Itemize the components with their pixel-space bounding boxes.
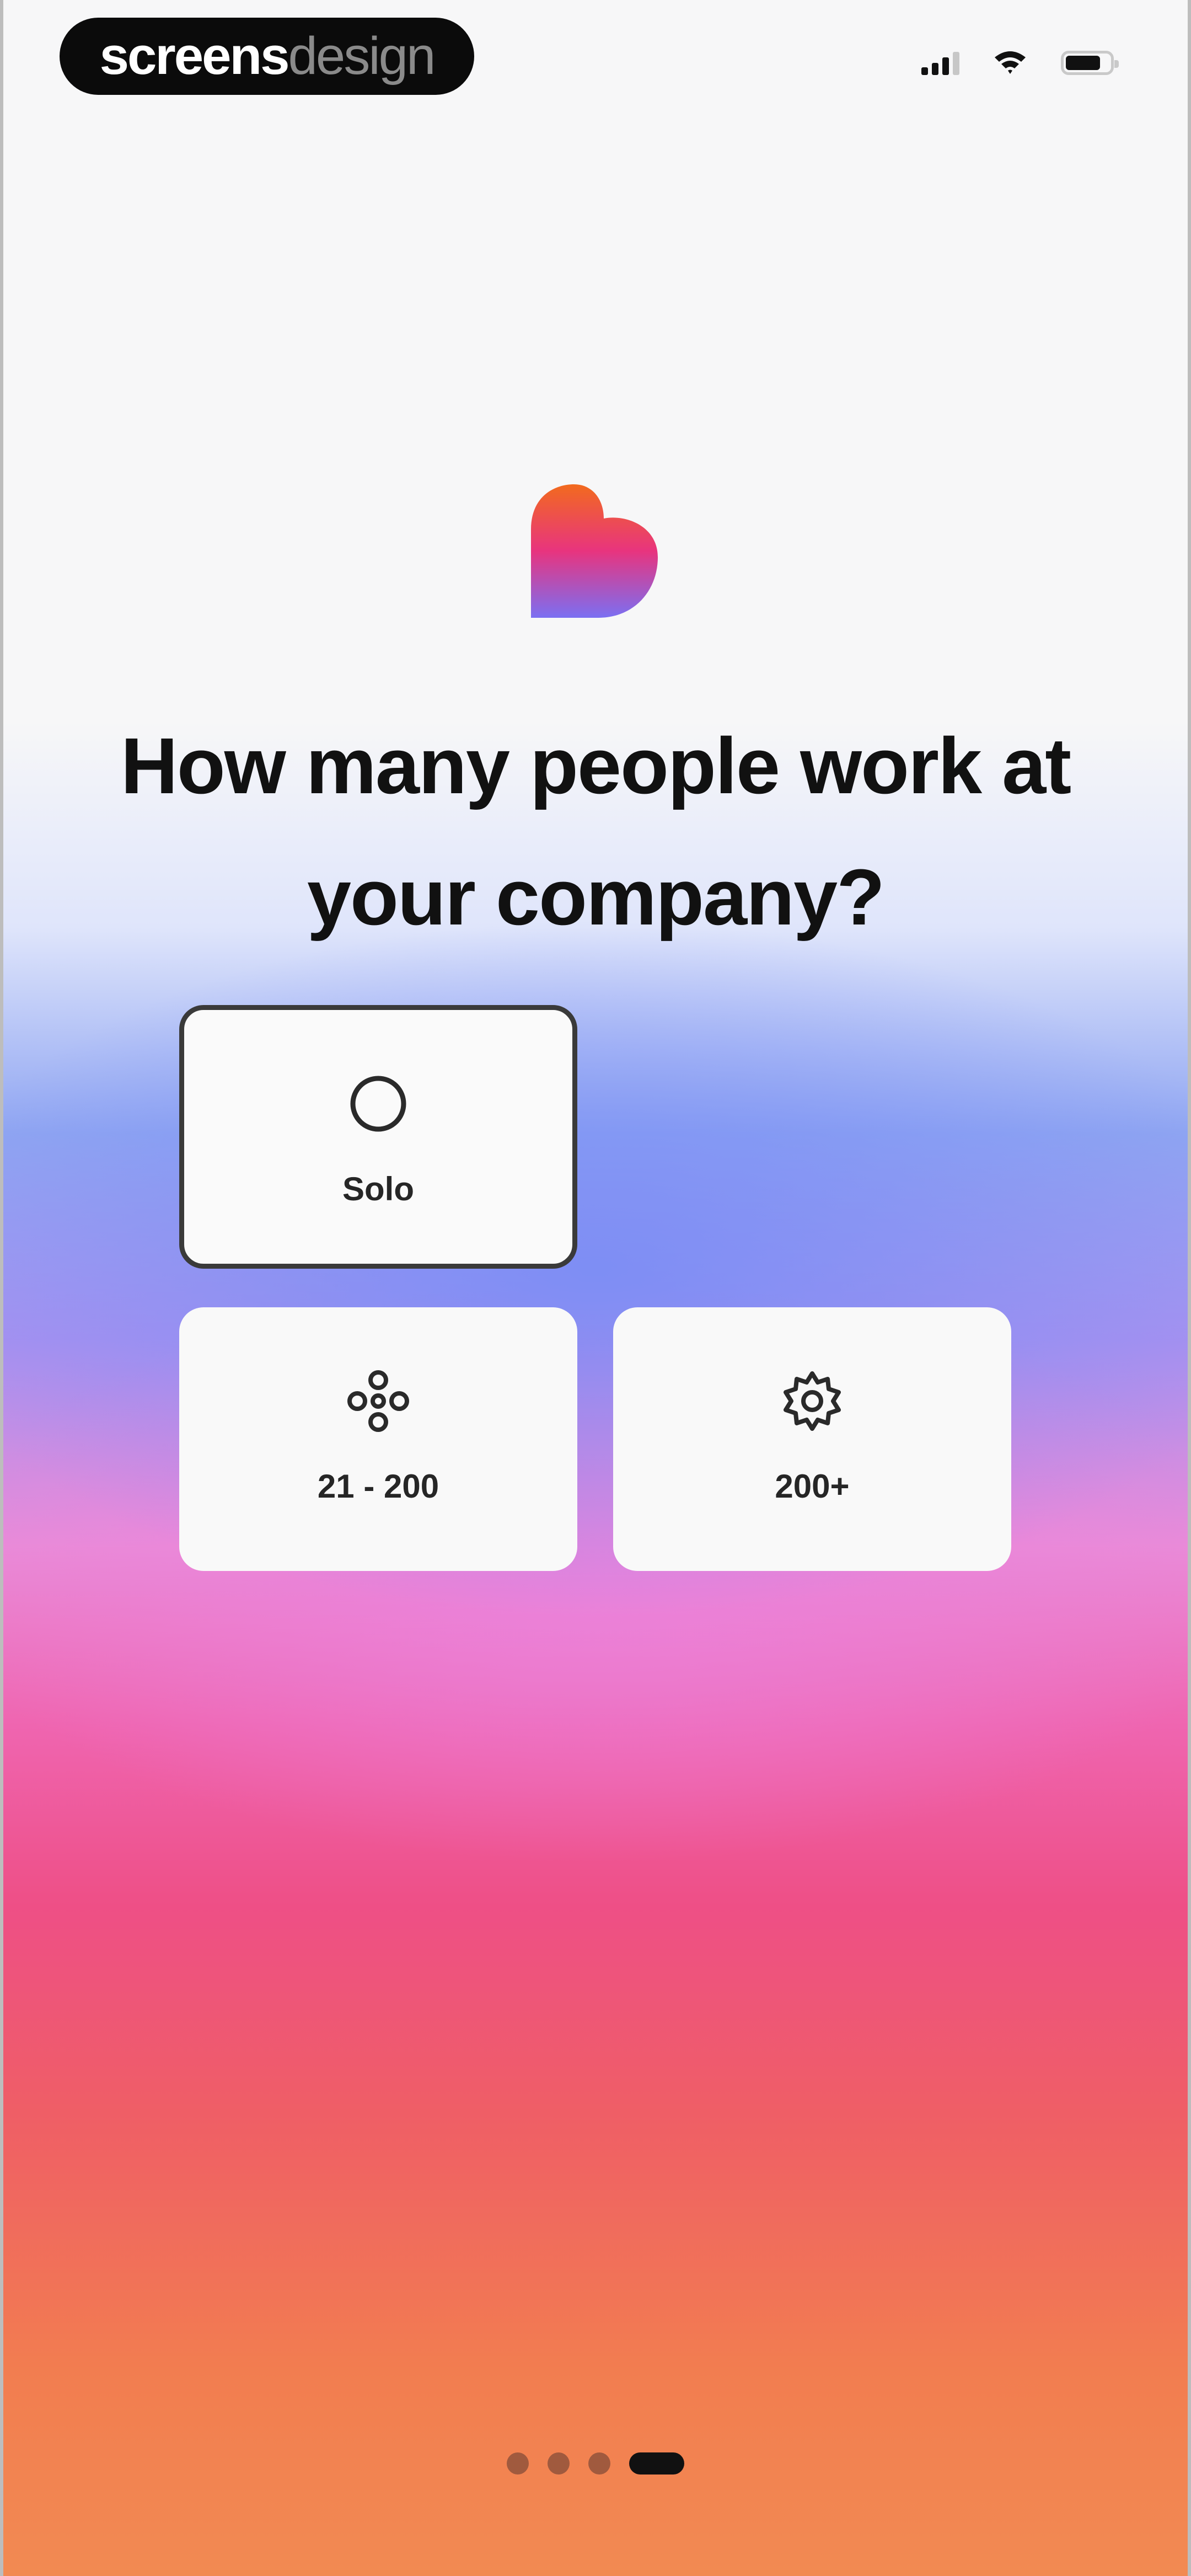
page-dot[interactable] (588, 2452, 610, 2475)
option-solo[interactable]: Solo (179, 1005, 577, 1269)
circle-icon (350, 1076, 406, 1132)
page-title: How many people work at your company? (44, 701, 1147, 963)
device-edge-right (1188, 0, 1191, 2576)
gradient-background (0, 0, 1191, 2576)
device-edge-left (0, 0, 3, 2576)
wifi-icon (995, 51, 1026, 74)
battery-icon (1061, 51, 1119, 75)
onboarding-screen: screens design How many people work at yo… (0, 0, 1191, 2576)
watermark-pill: screens design (60, 18, 474, 95)
cluster-icon (347, 1370, 409, 1432)
heart-logo-icon (531, 484, 658, 618)
page-dot[interactable] (548, 2452, 570, 2475)
page-indicator (0, 2452, 1191, 2475)
status-bar (921, 49, 1119, 75)
page-dot-active[interactable] (629, 2452, 684, 2475)
option-label: 200+ (775, 1468, 850, 1505)
gear-icon (784, 1371, 841, 1431)
title-line-1: How many people work at (120, 722, 1071, 810)
page-dot[interactable] (507, 2452, 529, 2475)
watermark-strong: screens (99, 26, 290, 85)
option-label: 21 - 200 (317, 1468, 439, 1505)
watermark-light: design (288, 26, 436, 85)
option-200-plus[interactable]: 200+ (613, 1307, 1011, 1571)
signal-icon (921, 51, 959, 75)
title-line-2: your company? (307, 853, 885, 942)
option-label: Solo (342, 1171, 414, 1207)
option-21-200[interactable]: 21 - 200 (179, 1307, 577, 1571)
